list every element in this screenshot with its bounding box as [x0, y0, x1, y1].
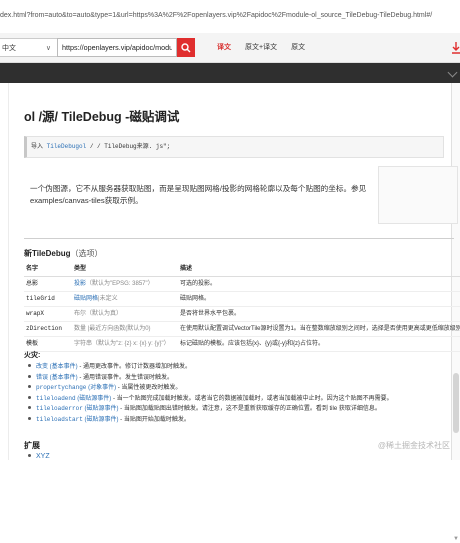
ad-placeholder: [378, 166, 458, 224]
event-type-link[interactable]: (磁贴源事件): [83, 406, 118, 412]
col-header-type: 类型: [72, 262, 178, 277]
fires-heading: 火灾:: [24, 352, 41, 359]
event-desc: - 当贴图开始加载时触发。: [118, 416, 190, 423]
left-gutter: [0, 83, 9, 460]
search-icon: [181, 42, 191, 52]
list-item: tileloadend (磁贴源事件) - 当一个贴图完成加载时触发。或者当它的…: [26, 394, 456, 405]
event-type-link[interactable]: (磁贴源事件): [76, 396, 111, 402]
param-desc: 磁贴网格。: [178, 291, 460, 307]
event-code: propertychange: [36, 384, 87, 391]
event-type-link[interactable]: (对象事件): [86, 385, 116, 391]
param-default: 数量 |最近方向函数(默认为0): [74, 326, 151, 332]
param-type-link[interactable]: 磁贴网格: [74, 296, 98, 302]
event-desc: - 通用更改事件。修订计数器增加时触发。: [77, 364, 192, 370]
list-item: tileloadstart (磁贴源事件) - 当贴图开始加载时触发。: [26, 415, 456, 426]
table-header-row: 名字 类型 描述: [24, 262, 460, 277]
import-name: TileDebugol: [46, 143, 87, 150]
param-desc: 标记磁贴的模板。应该包括{x}、{y}或{-y}和{z}占位符。: [178, 336, 460, 352]
url-input[interactable]: [57, 38, 177, 57]
address-url[interactable]: dex.html?from=auto&to=auto&type=1&url=ht…: [0, 12, 432, 19]
event-code: tileloadstart: [36, 415, 83, 423]
param-name: 总影: [24, 276, 72, 292]
table-row: zDirection 数量 |最近方向函数(默认为0) 在使用默认配置调试Vec…: [24, 321, 460, 337]
language-select[interactable]: 中文 ∨: [0, 38, 60, 57]
event-code: tileloadend: [36, 394, 76, 402]
address-bar[interactable]: dex.html?from=auto&to=auto&type=1&url=ht…: [0, 0, 460, 34]
view-mode-tabs: 译文 原文+译文 原文: [210, 38, 312, 57]
event-desc: - 当一个贴图完成加载时触发。或者当它的数据被加载时，或者当加载被中止时。因为这…: [111, 395, 393, 402]
import-code-block: 导入 TileDebugol / / TileDebug来源. js";: [24, 136, 444, 158]
constructor-name: 新TileDebug: [24, 249, 71, 258]
event-code: tileloaderror: [36, 405, 83, 412]
watermark: @稀土掘金技术社区: [377, 441, 450, 450]
event-desc: - 当属性被更改时触发。: [116, 385, 182, 391]
page-title: ol /源/ TileDebug -磁贴调试: [24, 110, 180, 124]
events-list: 改变 (基本事件) - 通用更改事件。修订计数器增加时触发。 错误 (基本事件)…: [26, 362, 456, 425]
language-select-value: 中文: [2, 45, 16, 52]
param-type-link[interactable]: 投影: [74, 281, 86, 287]
divider: [24, 238, 454, 239]
description-text: 一个伪图源，它不从服务器获取贴图，而是呈现贴图网格/投影的网格轮廓以及每个贴图的…: [30, 184, 367, 205]
event-desc: - 当贴图加载贴图出错时触发。请注意，这不是重新获取缓存的正确位置。看到 til…: [118, 406, 381, 412]
event-type-link[interactable]: 错误 (基本事件): [36, 375, 78, 381]
extends-link[interactable]: XYZ: [36, 453, 50, 460]
tab-bilingual[interactable]: 原文+译文: [238, 38, 284, 57]
param-default: 字符串（默认为"z: {z} x: {x} y: {y}"）: [74, 341, 170, 347]
import-keyword: 导入: [31, 143, 44, 150]
param-desc: 可选的投影。: [178, 276, 460, 292]
table-row: 模板 字符串（默认为"z: {z} x: {x} y: {y}"） 标记磁贴的模…: [24, 336, 460, 352]
param-desc: 在使用默认配置调试VectorTile源时设置为1。当在整数缩放级别之间时，选择…: [178, 321, 460, 337]
list-item: propertychange (对象事件) - 当属性被更改时触发。: [26, 383, 456, 394]
scroll-down-icon[interactable]: ▼: [452, 535, 460, 543]
event-type-link[interactable]: (磁贴源事件): [83, 417, 118, 423]
table-row: tileGrid 磁贴网格|未定义 磁贴网格。: [24, 291, 460, 307]
import-path: / / TileDebug来源. js";: [86, 143, 171, 150]
download-icon[interactable]: [452, 42, 460, 54]
list-item: 改变 (基本事件) - 通用更改事件。修订计数器增加时触发。: [26, 362, 456, 373]
param-default: 布尔（默认为真）: [74, 311, 123, 317]
page-header-band: [0, 63, 460, 83]
table-row: wrapX 布尔（默认为真） 是否将世界水平包裹。: [24, 306, 460, 322]
search-button[interactable]: [177, 38, 195, 57]
col-header-desc: 描述: [178, 262, 460, 277]
tab-translation[interactable]: 译文: [210, 38, 238, 57]
constructor-args: （选项）: [70, 249, 103, 258]
expand-icon[interactable]: [447, 67, 458, 78]
list-item: tileloaderror (磁贴源事件) - 当贴图加载贴图出错时触发。请注意…: [26, 404, 456, 415]
param-default: （默认为"EPSG: 3857"）: [86, 281, 154, 287]
event-desc: - 通用错误事件。发生错误时触发。: [77, 374, 174, 381]
param-desc: 是否将世界水平包裹。: [178, 306, 460, 322]
col-header-name: 名字: [24, 262, 72, 277]
event-type-link[interactable]: 改变 (基本事件): [36, 364, 78, 370]
chevron-down-icon: ∨: [45, 45, 51, 52]
param-name: wrapX: [24, 306, 72, 322]
constructor-heading: 新TileDebug（选项）: [24, 248, 103, 259]
extends-heading: 扩展: [24, 441, 40, 450]
param-name: tileGrid: [24, 291, 72, 307]
param-name: zDirection: [24, 321, 72, 337]
table-row: 总影 投影（默认为"EPSG: 3857"） 可选的投影。: [24, 276, 460, 292]
tab-original[interactable]: 原文: [284, 38, 312, 57]
list-item: 错误 (基本事件) - 通用错误事件。发生错误时触发。: [26, 373, 456, 384]
params-table: 名字 类型 描述 总影 投影（默认为"EPSG: 3857"） 可选的投影。 t…: [24, 262, 460, 352]
param-default: |未定义: [98, 296, 118, 302]
